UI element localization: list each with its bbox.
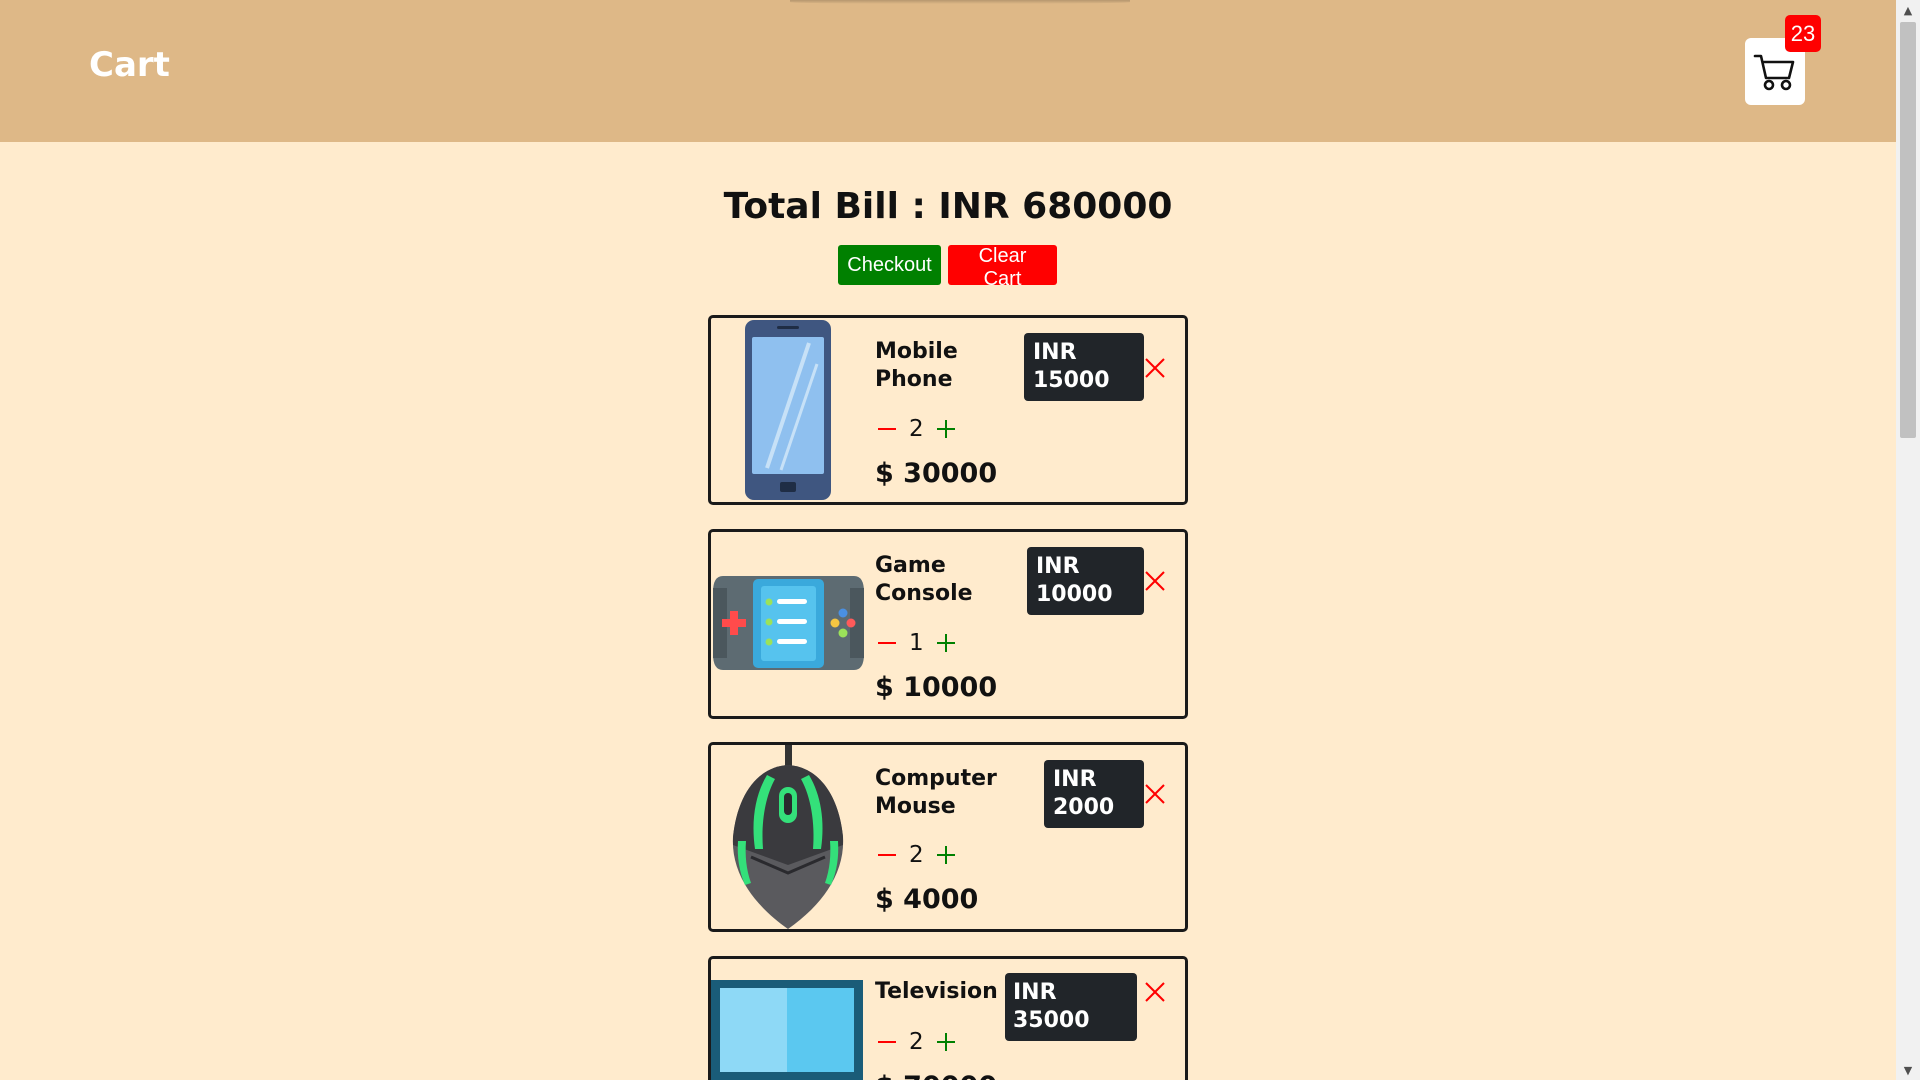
total-bill: Total Bill : INR 680000	[723, 186, 1173, 227]
item-name: Television	[875, 979, 998, 1004]
decrease-quantity-icon[interactable]	[875, 1030, 899, 1054]
decrease-quantity-icon[interactable]	[875, 631, 899, 655]
item-name: Mobile Phone	[875, 339, 958, 392]
increase-quantity-icon[interactable]	[934, 1030, 958, 1054]
item-subtotal: $ 10000	[875, 672, 998, 703]
page-title: Cart	[89, 45, 170, 85]
quantity-stepper: 2	[875, 416, 958, 442]
remove-item-icon[interactable]	[1143, 356, 1167, 380]
increase-quantity-icon[interactable]	[934, 417, 958, 441]
item-subtotal: $ 30000	[875, 458, 998, 489]
decrease-quantity-icon[interactable]	[875, 417, 899, 441]
quantity-stepper: 1	[875, 630, 958, 656]
cart-icon	[1753, 54, 1795, 90]
cart-item: Television INR 35000 2 $ 70000	[708, 956, 1188, 1080]
header-shadow	[790, 0, 1130, 4]
clear-cart-button[interactable]: Clear Cart	[948, 245, 1057, 290]
item-price-badge: INR 15000	[1024, 333, 1144, 401]
item-price-badge: INR 2000	[1044, 760, 1144, 828]
computer-mouse-icon	[732, 745, 844, 929]
increase-quantity-icon[interactable]	[934, 631, 958, 655]
cart-count-badge: 23	[1785, 15, 1821, 52]
item-subtotal: $ 4000	[875, 884, 979, 915]
cart-actions: Checkout Clear Cart	[838, 245, 1057, 290]
item-subtotal: $ 70000	[875, 1071, 997, 1080]
app-header: Cart 23	[0, 0, 1896, 142]
scroll-down-arrow-icon[interactable]: ▼	[1896, 1060, 1920, 1080]
checkout-button[interactable]: Checkout	[838, 245, 941, 285]
increase-quantity-icon[interactable]	[934, 843, 958, 867]
scroll-thumb[interactable]	[1900, 22, 1916, 438]
remove-item-icon[interactable]	[1143, 569, 1167, 593]
quantity-stepper: 2	[875, 1029, 958, 1055]
page-scrollbar[interactable]: ▲ ▼	[1896, 0, 1920, 1080]
remove-item-icon[interactable]	[1143, 980, 1167, 1004]
item-price-badge: INR 35000	[1005, 973, 1137, 1041]
item-name: Computer Mouse	[875, 766, 997, 819]
cart-item: Game Console INR 10000 1 $ 10000	[708, 529, 1188, 719]
scroll-up-arrow-icon[interactable]: ▲	[1896, 0, 1920, 20]
mobile-phone-icon	[745, 320, 831, 500]
quantity-stepper: 2	[875, 842, 958, 868]
item-price-badge: INR 10000	[1027, 547, 1144, 615]
item-name: Game Console	[875, 553, 973, 606]
television-icon	[711, 980, 863, 1080]
game-console-icon	[713, 576, 864, 670]
cart-item: Mobile Phone INR 15000 2 $ 30000	[708, 315, 1188, 505]
quantity-value: 2	[909, 842, 924, 868]
quantity-value: 2	[909, 416, 924, 442]
decrease-quantity-icon[interactable]	[875, 843, 899, 867]
cart-item: Computer Mouse INR 2000 2 $ 4000	[708, 742, 1188, 932]
remove-item-icon[interactable]	[1143, 782, 1167, 806]
quantity-value: 2	[909, 1029, 924, 1055]
quantity-value: 1	[909, 630, 924, 656]
